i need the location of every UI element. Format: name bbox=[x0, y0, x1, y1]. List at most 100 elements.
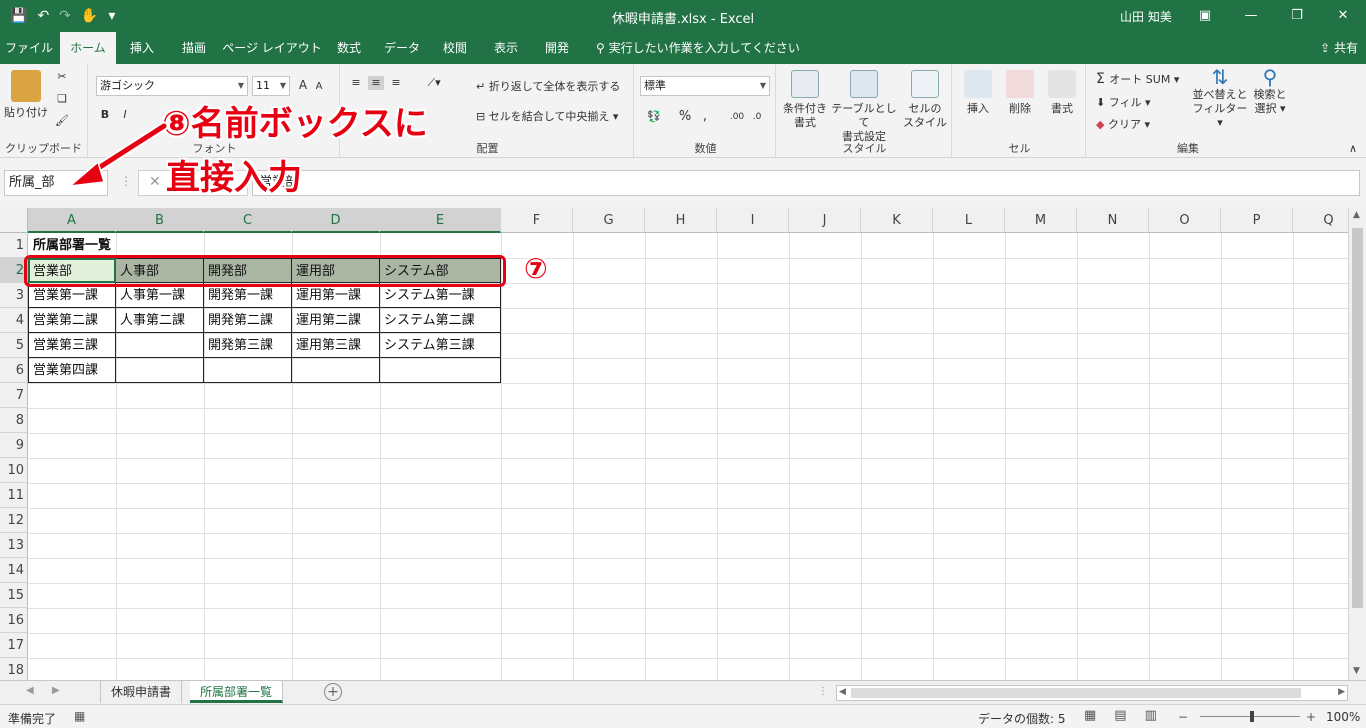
accounting-format-icon[interactable]: 💱 bbox=[642, 110, 666, 124]
scroll-up-icon[interactable]: ▲ bbox=[1353, 210, 1360, 220]
cell-b4[interactable]: 人事第二課 bbox=[116, 308, 204, 333]
macro-record-icon[interactable]: ▦ bbox=[74, 709, 85, 723]
cell-d4[interactable]: 運用第二課 bbox=[292, 308, 380, 333]
normal-view-icon[interactable]: ▦ bbox=[1084, 708, 1096, 723]
paste-button[interactable]: 貼り付け bbox=[4, 70, 48, 120]
sheet-tab-leave-request[interactable]: 休暇申請書 bbox=[100, 681, 183, 703]
select-all-button[interactable] bbox=[0, 208, 28, 233]
row-header-13[interactable]: 13 bbox=[0, 533, 28, 558]
cell-c4[interactable]: 開発第二課 bbox=[204, 308, 292, 333]
row-header-8[interactable]: 8 bbox=[0, 408, 28, 433]
number-format-select[interactable]: 標準 ▼ bbox=[640, 76, 770, 96]
cell-e4[interactable]: システム第二課 bbox=[380, 308, 501, 333]
insert-cells-button[interactable]: 挿入 bbox=[960, 70, 996, 116]
column-header-o[interactable]: O bbox=[1149, 208, 1221, 233]
row-header-18[interactable]: 18 bbox=[0, 658, 28, 680]
page-layout-view-icon[interactable]: ▤ bbox=[1114, 708, 1126, 723]
column-header-h[interactable]: H bbox=[645, 208, 717, 233]
column-header-b[interactable]: B bbox=[116, 208, 204, 233]
tab-view[interactable]: 表示 bbox=[482, 32, 530, 64]
tab-insert[interactable]: 挿入 bbox=[118, 32, 166, 64]
sort-filter-button[interactable]: ⇅ 並べ替えと フィルター ▾ bbox=[1192, 67, 1248, 130]
cell-e5[interactable]: システム第三課 bbox=[380, 333, 501, 358]
row-header-3[interactable]: 3 bbox=[0, 283, 28, 308]
horizontal-scroll-thumb[interactable] bbox=[851, 688, 1301, 698]
column-header-e[interactable]: E bbox=[380, 208, 501, 233]
scroll-right-icon[interactable]: ▶ bbox=[1338, 687, 1345, 697]
minimize-icon[interactable]: — bbox=[1228, 0, 1274, 32]
cell-styles-button[interactable]: セルの スタイル bbox=[900, 70, 950, 130]
column-header-p[interactable]: P bbox=[1221, 208, 1293, 233]
cell-a4[interactable]: 営業第二課 bbox=[28, 308, 116, 333]
find-select-button[interactable]: ⚲ 検索と 選択 ▾ bbox=[1252, 67, 1288, 116]
row-header-5[interactable]: 5 bbox=[0, 333, 28, 358]
tab-draw[interactable]: 描画 bbox=[168, 32, 220, 64]
ribbon-display-options-icon[interactable]: ▣ bbox=[1182, 0, 1228, 32]
tab-home[interactable]: ホーム bbox=[60, 32, 116, 64]
cell-b6[interactable] bbox=[116, 358, 204, 383]
increase-decimal-icon[interactable]: .00 bbox=[728, 110, 746, 124]
column-header-q[interactable]: Q bbox=[1293, 208, 1348, 233]
row-header-10[interactable]: 10 bbox=[0, 458, 28, 483]
comma-style-icon[interactable]: , bbox=[698, 110, 712, 124]
zoom-slider-thumb[interactable] bbox=[1250, 711, 1254, 722]
zoom-out-icon[interactable]: − bbox=[1178, 710, 1188, 724]
row-header-12[interactable]: 12 bbox=[0, 508, 28, 533]
row-header-4[interactable]: 4 bbox=[0, 308, 28, 333]
cell-a5[interactable]: 営業第三課 bbox=[28, 333, 116, 358]
scroll-down-icon[interactable]: ▼ bbox=[1353, 666, 1360, 676]
page-break-view-icon[interactable]: ▥ bbox=[1145, 708, 1157, 723]
cell-d5[interactable]: 運用第三課 bbox=[292, 333, 380, 358]
cell-a6[interactable]: 営業第四課 bbox=[28, 358, 116, 383]
column-header-n[interactable]: N bbox=[1077, 208, 1149, 233]
column-header-c[interactable]: C bbox=[204, 208, 292, 233]
row-header-7[interactable]: 7 bbox=[0, 383, 28, 408]
tab-splitter-icon[interactable]: ⋮ bbox=[818, 686, 828, 697]
tab-developer[interactable]: 開発 bbox=[532, 32, 582, 64]
column-header-m[interactable]: M bbox=[1005, 208, 1077, 233]
new-sheet-button[interactable]: + bbox=[324, 683, 342, 701]
zoom-level[interactable]: 100% bbox=[1326, 710, 1360, 724]
tab-file[interactable]: ファイル bbox=[0, 32, 58, 64]
tab-formulas[interactable]: 数式 bbox=[324, 32, 374, 64]
zoom-in-icon[interactable]: + bbox=[1306, 710, 1316, 724]
column-header-j[interactable]: J bbox=[789, 208, 861, 233]
cell-e6[interactable] bbox=[380, 358, 501, 383]
cut-icon[interactable]: ✂ bbox=[52, 70, 72, 84]
column-header-k[interactable]: K bbox=[861, 208, 933, 233]
tell-me-box[interactable]: ⚲ 実行したい作業を入力してください bbox=[596, 32, 800, 64]
row-header-16[interactable]: 16 bbox=[0, 608, 28, 633]
fill-button[interactable]: ⬇ フィル ▾ bbox=[1096, 96, 1151, 110]
increase-font-icon[interactable]: A bbox=[296, 78, 310, 92]
row-header-15[interactable]: 15 bbox=[0, 583, 28, 608]
column-header-l[interactable]: L bbox=[933, 208, 1005, 233]
tab-review[interactable]: 校閲 bbox=[430, 32, 480, 64]
autosum-button[interactable]: Σ オート SUM ▾ bbox=[1096, 72, 1179, 87]
collapse-ribbon-icon[interactable]: ∧ bbox=[1346, 142, 1360, 156]
column-header-g[interactable]: G bbox=[573, 208, 645, 233]
copy-icon[interactable]: ❏ bbox=[52, 92, 72, 106]
decrease-decimal-icon[interactable]: .0 bbox=[748, 110, 766, 124]
column-header-d[interactable]: D bbox=[292, 208, 380, 233]
align-middle-icon[interactable]: ≡ bbox=[368, 76, 384, 90]
row-header-17[interactable]: 17 bbox=[0, 633, 28, 658]
sheet-tab-department-list[interactable]: 所属部署一覧 bbox=[190, 681, 284, 703]
prev-sheet-icon[interactable]: ◀ bbox=[26, 685, 34, 696]
row-header-1[interactable]: 1 bbox=[0, 233, 28, 258]
clear-button[interactable]: ◆ クリア ▾ bbox=[1096, 118, 1150, 132]
orientation-icon[interactable]: ⟋▾ bbox=[422, 76, 446, 90]
align-top-icon[interactable]: ≡ bbox=[348, 76, 364, 90]
conditional-formatting-button[interactable]: 条件付き 書式 bbox=[778, 70, 832, 130]
restore-icon[interactable]: ❐ bbox=[1274, 0, 1320, 32]
vertical-scrollbar[interactable]: ▲ ▼ bbox=[1348, 208, 1366, 680]
decrease-font-icon[interactable]: A bbox=[312, 80, 326, 94]
row-header-9[interactable]: 9 bbox=[0, 433, 28, 458]
row-header-11[interactable]: 11 bbox=[0, 483, 28, 508]
merge-center-button[interactable]: ⊟ セルを結合して中央揃え ▾ bbox=[476, 110, 618, 124]
vertical-scroll-thumb[interactable] bbox=[1352, 228, 1363, 608]
wrap-text-button[interactable]: ↵ 折り返して全体を表示する bbox=[476, 80, 620, 94]
horizontal-scrollbar[interactable]: ◀ ▶ bbox=[836, 685, 1348, 701]
column-header-a[interactable]: A bbox=[28, 208, 116, 233]
cell-c5[interactable]: 開発第三課 bbox=[204, 333, 292, 358]
row-header-6[interactable]: 6 bbox=[0, 358, 28, 383]
